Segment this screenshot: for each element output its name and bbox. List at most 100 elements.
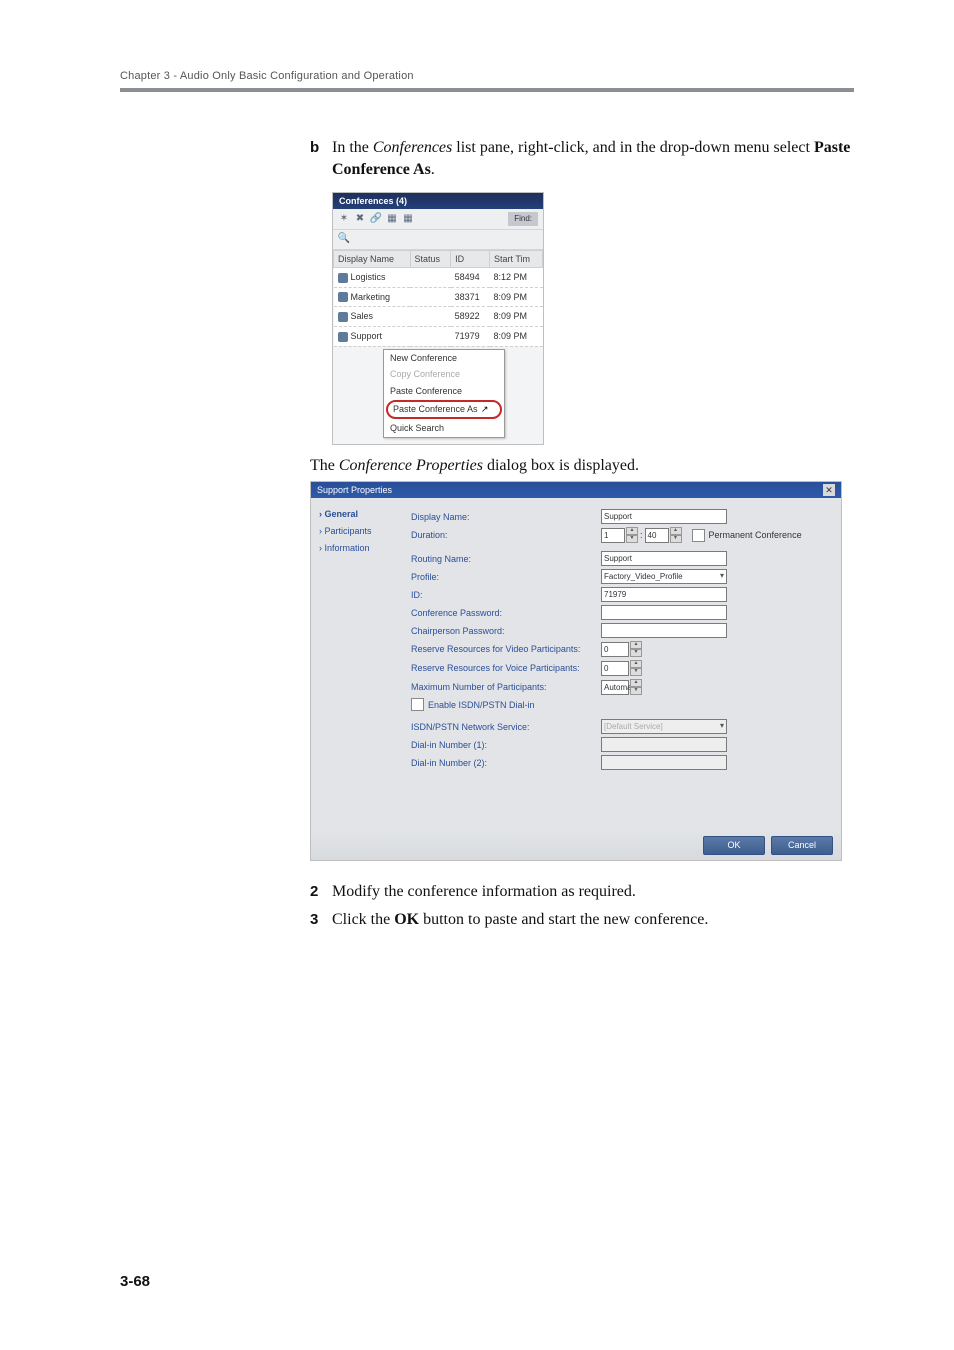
select-isdn-service[interactable]: [Default Service] — [601, 719, 727, 734]
label-dialin-1: Dial-in Number (1): — [411, 739, 601, 752]
table-row[interactable]: Sales 58922 8:09 PM — [334, 307, 543, 327]
spin-up-icon[interactable]: ▲ — [630, 660, 642, 668]
table-row[interactable]: Marketing 38371 8:09 PM — [334, 287, 543, 307]
input-dialin-1[interactable] — [601, 737, 727, 752]
conferences-table: Display Name Status ID Start Tim Logisti… — [333, 250, 543, 347]
cell-name: Logistics — [351, 272, 386, 282]
conferences-pane-title: Conferences (4) — [333, 193, 543, 210]
input-conf-password[interactable] — [601, 605, 727, 620]
conference-icon — [338, 292, 348, 302]
ctx-paste-conference[interactable]: Paste Conference — [384, 383, 504, 400]
step-3-after: button to paste and start the new confer… — [419, 911, 708, 928]
col-display-name[interactable]: Display Name — [334, 250, 411, 268]
spin-up-icon[interactable]: ▲ — [670, 527, 682, 535]
step-3-text: Click the OK button to paste and start t… — [332, 909, 854, 931]
properties-dialog-screenshot: Support Properties ✕ General Participant… — [310, 481, 842, 861]
step-b-em: Conferences — [373, 139, 452, 156]
sidebar-item-participants[interactable]: Participants — [315, 523, 405, 540]
label-res-video: Reserve Resources for Video Participants… — [411, 643, 601, 656]
link-icon[interactable]: 🔗 — [370, 213, 382, 225]
ctx-paste-conference-as[interactable]: Paste Conference As — [386, 400, 502, 419]
spin-down-icon[interactable]: ▼ — [626, 535, 638, 543]
spinner-duration-m[interactable]: 40 ▲▼ — [645, 527, 682, 543]
step-b-t2: list pane, right-click, and in the drop-… — [452, 139, 814, 156]
delete-icon[interactable]: ✖ — [354, 213, 366, 225]
cell-status — [410, 268, 451, 288]
dialog-side-nav: General Participants Information — [311, 498, 409, 831]
checkbox-enable-isdn[interactable] — [411, 698, 424, 711]
ctx-new-conference[interactable]: New Conference — [384, 350, 504, 367]
spinner-res-voice[interactable]: 0 ▲▼ — [601, 660, 642, 676]
table-row[interactable]: Logistics 58494 8:12 PM — [334, 268, 543, 288]
col-status[interactable]: Status — [410, 250, 451, 268]
chapter-header: Chapter 3 - Audio Only Basic Configurati… — [120, 70, 854, 92]
label-dialin-2: Dial-in Number (2): — [411, 757, 601, 770]
input-res-voice[interactable]: 0 — [601, 661, 629, 676]
dialog-title: Support Properties — [317, 484, 392, 497]
caption-after: dialog box is displayed. — [483, 457, 639, 474]
search-icon[interactable]: 🔍 — [338, 233, 350, 245]
input-display-name[interactable]: Support — [601, 509, 727, 524]
ok-button[interactable]: OK — [703, 836, 765, 855]
step-3-bold: OK — [394, 911, 419, 928]
sidebar-item-general[interactable]: General — [315, 506, 405, 523]
label-res-voice: Reserve Resources for Voice Participants… — [411, 662, 601, 675]
col-id[interactable]: ID — [451, 250, 490, 268]
step-3: 3 Click the OK button to paste and start… — [310, 909, 854, 931]
col-start-time[interactable]: Start Tim — [490, 250, 543, 268]
step-2-num: 2 — [310, 881, 332, 903]
cell-start: 8:09 PM — [490, 287, 543, 307]
dialog-caption: The Conference Properties dialog box is … — [310, 455, 854, 477]
label-enable-isdn: Enable ISDN/PSTN Dial-in — [428, 699, 535, 712]
ctx-quick-search[interactable]: Quick Search — [384, 420, 504, 437]
label-chair-password: Chairperson Password: — [411, 625, 601, 638]
input-duration-m[interactable]: 40 — [645, 528, 669, 543]
search-row: 🔍 — [333, 230, 543, 250]
grid-icon[interactable]: ▦ — [386, 213, 398, 225]
spin-up-icon[interactable]: ▲ — [626, 527, 638, 535]
spin-down-icon[interactable]: ▼ — [630, 687, 642, 695]
label-permanent: Permanent Conference — [709, 529, 802, 542]
cell-id: 58494 — [451, 268, 490, 288]
cancel-button[interactable]: Cancel — [771, 836, 833, 855]
checkbox-permanent[interactable] — [692, 529, 705, 542]
step-2: 2 Modify the conference information as r… — [310, 881, 854, 903]
spin-down-icon[interactable]: ▼ — [630, 668, 642, 676]
label-max-participants: Maximum Number of Participants: — [411, 681, 601, 694]
cell-start: 8:09 PM — [490, 326, 543, 346]
conferences-pane-screenshot: Conferences (4) ✶ ✖ 🔗 ▦ ▦ Find: 🔍 Displa… — [332, 192, 544, 445]
cell-name: Support — [351, 331, 383, 341]
spinner-duration-h[interactable]: 1 ▲▼ — [601, 527, 638, 543]
input-duration-h[interactable]: 1 — [601, 528, 625, 543]
label-profile: Profile: — [411, 571, 601, 584]
spinner-res-video[interactable]: 0 ▲▼ — [601, 641, 642, 657]
label-routing-name: Routing Name: — [411, 553, 601, 566]
input-res-video[interactable]: 0 — [601, 642, 629, 657]
spin-up-icon[interactable]: ▲ — [630, 679, 642, 687]
select-profile[interactable]: Factory_Video_Profile — [601, 569, 727, 584]
spinner-max-participants[interactable]: Automatic ▲▼ — [601, 679, 642, 695]
conference-icon — [338, 273, 348, 283]
cell-status — [410, 326, 451, 346]
page-number: 3-68 — [120, 1273, 150, 1290]
grid2-icon[interactable]: ▦ — [402, 213, 414, 225]
close-icon[interactable]: ✕ — [823, 484, 835, 496]
input-routing-name[interactable]: Support — [601, 551, 727, 566]
spin-down-icon[interactable]: ▼ — [630, 649, 642, 657]
input-id[interactable]: 71979 — [601, 587, 727, 602]
step-b: b In the Conferences list pane, right-cl… — [310, 137, 854, 182]
input-max-participants[interactable]: Automatic — [601, 680, 629, 695]
cell-id: 58922 — [451, 307, 490, 327]
input-dialin-2[interactable] — [601, 755, 727, 770]
sidebar-item-information[interactable]: Information — [315, 540, 405, 557]
new-conference-icon[interactable]: ✶ — [338, 213, 350, 225]
input-chair-password[interactable] — [601, 623, 727, 638]
label-duration: Duration: — [411, 529, 601, 542]
spin-up-icon[interactable]: ▲ — [630, 641, 642, 649]
cell-start: 8:09 PM — [490, 307, 543, 327]
spin-down-icon[interactable]: ▼ — [670, 535, 682, 543]
dialog-form: Display Name: Support Duration: 1 ▲▼ : 4… — [409, 498, 841, 831]
conference-icon — [338, 312, 348, 322]
table-row[interactable]: Support 71979 8:09 PM — [334, 326, 543, 346]
ctx-copy-conference[interactable]: Copy Conference — [384, 366, 504, 383]
